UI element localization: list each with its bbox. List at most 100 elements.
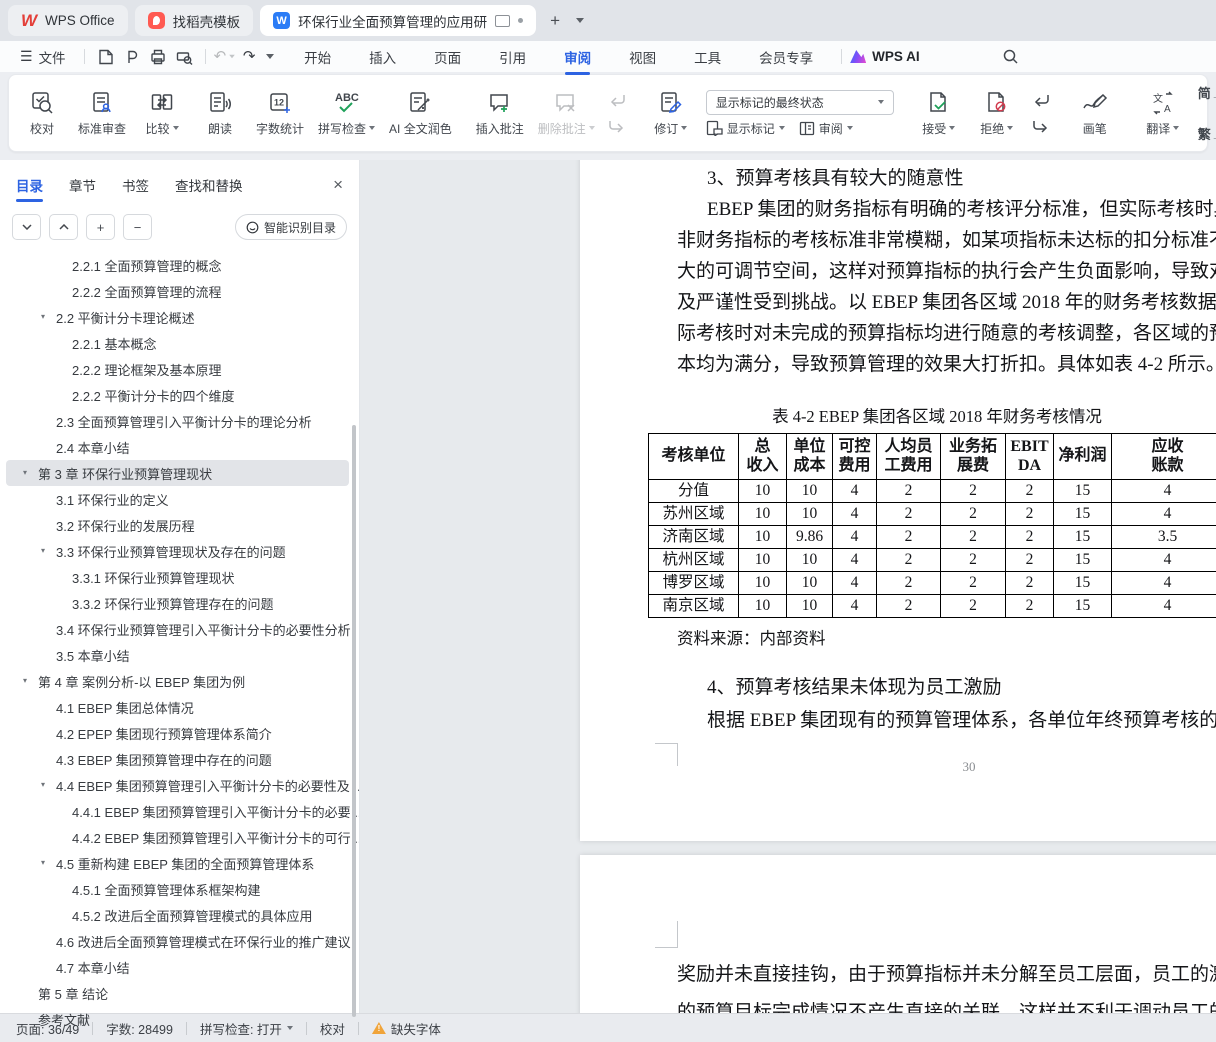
- quickbar-chevron-icon[interactable]: [266, 54, 275, 59]
- toc-item[interactable]: ▾ 4.4 EBEP 集团预算管理引入平衡计分卡的必要性及 ...: [0, 772, 359, 798]
- toc-item[interactable]: ▾ 3.3 环保行业预算管理现状及存在的问题: [0, 538, 359, 564]
- document-page-2[interactable]: 奖励并未直接挂钩，由于预算指标并未分解至员工层面，员工的激励也就与的预算目标完成…: [580, 855, 1216, 1013]
- delete-comment-button[interactable]: 删除批注: [531, 85, 602, 142]
- to-simplified-button[interactable]: 繁→ 转简: [1198, 117, 1216, 151]
- undo-button[interactable]: ↶: [214, 49, 237, 64]
- divider: [204, 49, 206, 64]
- toc-collapse-button[interactable]: −: [123, 214, 152, 240]
- toc-item[interactable]: ▾ 参考文献: [0, 1006, 359, 1032]
- menu-item[interactable]: 会员专享: [757, 47, 815, 67]
- toc-item[interactable]: ▾ 4.2 EPEP 集团现行预算管理体系简介: [0, 720, 359, 746]
- toc-item[interactable]: ▾ 3.3.2 环保行业预算管理存在的问题: [0, 590, 359, 616]
- tab-current-document[interactable]: W 环保行业全面预算管理的应用研: [260, 5, 537, 36]
- pop-out-window-icon[interactable]: [495, 14, 511, 27]
- to-traditional-button[interactable]: 简→ 转繁: [1198, 76, 1216, 110]
- toc-item[interactable]: ▾ 4.4.1 EBEP 集团预算管理引入平衡计分卡的必要 ...: [0, 798, 359, 824]
- toc-item[interactable]: ▾ 4.5.2 改进后全面预算管理模式的具体应用: [0, 902, 359, 928]
- close-icon[interactable]: ×: [333, 175, 343, 195]
- toc-collapse-arrow-icon[interactable]: ▾: [41, 312, 45, 321]
- review-pane-button[interactable]: 审阅: [799, 120, 853, 137]
- previous-comment-icon[interactable]: [606, 91, 628, 109]
- toc-item[interactable]: ▾ 3.2 环保行业的发展历程: [0, 512, 359, 538]
- toc-collapse-arrow-icon[interactable]: ▾: [23, 676, 27, 685]
- toc-item[interactable]: ▾ 第 5 章 结论: [0, 980, 359, 1006]
- hamburger-icon[interactable]: ☰: [20, 48, 33, 65]
- wps-ai-menu[interactable]: WPS AI: [850, 49, 920, 64]
- toc-item[interactable]: ▾ 4.5 重新构建 EBEP 集团的全面预算管理体系: [0, 850, 359, 876]
- ai-polish-button[interactable]: AI 全文润色: [382, 85, 459, 142]
- menu-item[interactable]: 工具: [692, 47, 723, 67]
- toc-previous-button[interactable]: [49, 214, 78, 240]
- toc-item[interactable]: ▾ 2.4 本章小结: [0, 434, 359, 460]
- tab-bookmarks[interactable]: 书签: [122, 175, 149, 195]
- toc-item[interactable]: ▾ 2.2.2 全面预算管理的流程: [0, 278, 359, 304]
- toc-item[interactable]: ▾ 2.3 全面预算管理引入平衡计分卡的理论分析: [0, 408, 359, 434]
- toc-item[interactable]: ▾ 3.1 环保行业的定义: [0, 486, 359, 512]
- ink-brush-button[interactable]: 画笔: [1066, 85, 1124, 142]
- toc-item[interactable]: ▾ 第 3 章 环保行业预算管理现状: [6, 460, 349, 486]
- toc-item[interactable]: ▾ 4.6 改进后全面预算管理模式在环保行业的推广建议: [0, 928, 359, 954]
- toc-item[interactable]: ▾ 第 4 章 案例分析-以 EBEP 集团为例: [0, 668, 359, 694]
- track-changes-button[interactable]: 修订: [642, 85, 700, 142]
- print-preview-icon[interactable]: [171, 46, 197, 68]
- translate-button[interactable]: 文 A 翻译: [1134, 85, 1192, 142]
- sidebar-scrollbar[interactable]: [352, 425, 356, 1017]
- redo-icon[interactable]: ↷: [236, 46, 262, 68]
- save-icon[interactable]: [93, 46, 119, 68]
- toc-item[interactable]: ▾ 2.2.2 理论框架及基本原理: [0, 356, 359, 382]
- previous-change-icon[interactable]: [1030, 91, 1052, 109]
- proofread-button[interactable]: 校对: [13, 85, 71, 142]
- word-count-button[interactable]: 12 字数统计: [249, 85, 311, 142]
- insert-comment-button[interactable]: 插入批注: [469, 85, 531, 142]
- next-comment-icon[interactable]: [606, 117, 628, 135]
- menu-item[interactable]: 页面: [432, 47, 463, 67]
- toc-collapse-arrow-icon[interactable]: ▾: [41, 780, 45, 789]
- tab-toc[interactable]: 目录: [16, 175, 43, 202]
- show-markup-button[interactable]: 显示标记: [706, 120, 785, 137]
- search-icon[interactable]: [998, 46, 1024, 68]
- missing-font-warning[interactable]: ! 缺失字体: [371, 1019, 441, 1038]
- toc-item[interactable]: ▾ 2.2 平衡计分卡理论概述: [0, 304, 359, 330]
- standard-review-button[interactable]: 标准审查: [71, 85, 133, 142]
- file-menu[interactable]: 文件: [39, 47, 66, 67]
- print-icon[interactable]: [145, 46, 171, 68]
- reject-button[interactable]: 拒绝: [968, 85, 1026, 142]
- tab-find-replace[interactable]: 查找和替换: [175, 175, 243, 195]
- toc-collapse-arrow-icon[interactable]: ▾: [41, 858, 45, 867]
- document-page-1[interactable]: 表 4-2 EBEP 集团各区域 2018 年财务考核情况 考核单位总 收入 单位…: [580, 160, 1216, 841]
- toc-item[interactable]: ▾ 2.2.2 平衡计分卡的四个维度: [0, 382, 359, 408]
- tab-chapters[interactable]: 章节: [69, 175, 96, 195]
- menu-item[interactable]: 审阅: [562, 47, 593, 75]
- next-change-icon[interactable]: [1030, 117, 1052, 135]
- toc-item[interactable]: ▾ 4.5.1 全面预算管理体系框架构建: [0, 876, 359, 902]
- compare-button[interactable]: 比较: [133, 85, 191, 142]
- document-canvas[interactable]: 表 4-2 EBEP 集团各区域 2018 年财务考核情况 考核单位总 收入 单位…: [360, 160, 1216, 1013]
- menu-item[interactable]: 开始: [302, 47, 333, 67]
- toc-item[interactable]: ▾ 3.5 本章小结: [0, 642, 359, 668]
- tab-wps-home[interactable]: W WPS Office: [8, 5, 128, 36]
- menu-item[interactable]: 引用: [497, 47, 528, 67]
- tab-docer-templates[interactable]: 找稻壳模板: [134, 5, 254, 36]
- menu-item[interactable]: 插入: [367, 47, 398, 67]
- toc-item[interactable]: ▾ 4.3 EBEP 集团预算管理中存在的问题: [0, 746, 359, 772]
- tab-list-chevron-icon[interactable]: [576, 18, 585, 23]
- toc-collapse-arrow-icon[interactable]: ▾: [23, 468, 27, 477]
- toc-next-button[interactable]: [12, 214, 41, 240]
- spell-check-button[interactable]: ABC 拼写检查: [311, 85, 382, 142]
- smart-toc-button[interactable]: 智能识别目录: [234, 214, 347, 240]
- export-pdf-icon[interactable]: [119, 46, 145, 68]
- toc-item[interactable]: ▾ 3.3.1 环保行业预算管理现状: [0, 564, 359, 590]
- toc-collapse-arrow-icon[interactable]: ▾: [41, 546, 45, 555]
- toc-item[interactable]: ▾ 3.4 环保行业预算管理引入平衡计分卡的必要性分析: [0, 616, 359, 642]
- toc-expand-button[interactable]: +: [86, 214, 115, 240]
- toc-item[interactable]: ▾ 4.7 本章小结: [0, 954, 359, 980]
- toc-item[interactable]: ▾ 2.2.1 基本概念: [0, 330, 359, 356]
- toc-item[interactable]: ▾ 4.1 EBEP 集团总体情况: [0, 694, 359, 720]
- new-tab-button[interactable]: +: [543, 11, 567, 31]
- read-aloud-button[interactable]: 朗读: [191, 85, 249, 142]
- menu-item[interactable]: 视图: [627, 47, 658, 67]
- markup-state-dropdown[interactable]: 显示标记的最终状态: [705, 89, 894, 115]
- toc-item[interactable]: ▾ 4.4.2 EBEP 集团预算管理引入平衡计分卡的可行 ...: [0, 824, 359, 850]
- toc-item[interactable]: ▾ 2.2.1 全面预算管理的概念: [0, 252, 359, 278]
- accept-button[interactable]: 接受: [910, 85, 968, 142]
